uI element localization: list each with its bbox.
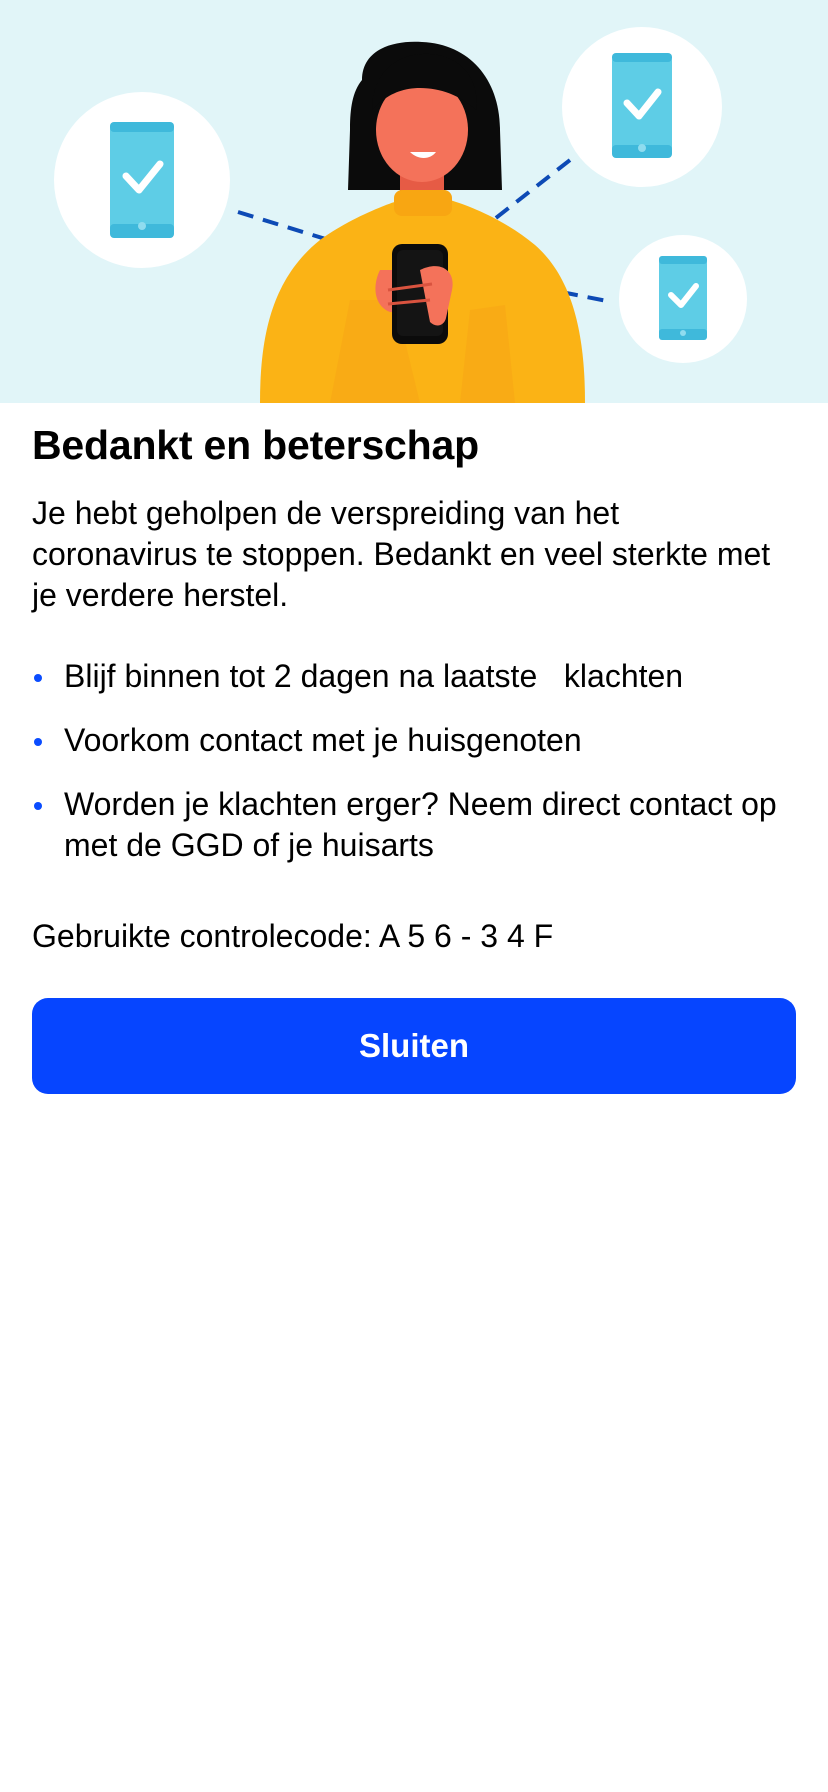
bullet-dot	[34, 674, 42, 682]
list-item-text: Worden je klachten erger? Neem direct co…	[64, 786, 777, 863]
control-code-label: Gebruikte controlecode:	[32, 918, 379, 954]
control-code-value: A 5 6 - 3 4 F	[378, 918, 554, 954]
control-code-line: Gebruikte controlecode: A 5 6 - 3 4 F	[32, 916, 796, 957]
list-item: Voorkom contact met je huisgenoten	[32, 720, 796, 761]
bullet-dot	[34, 802, 42, 810]
list-item: Worden je klachten erger? Neem direct co…	[32, 784, 796, 866]
list-item: Blijf binnen tot 2 dagen na laatste klac…	[32, 656, 796, 697]
list-item-text: Voorkom contact met je huisgenoten	[64, 722, 582, 758]
close-button[interactable]: Sluiten	[32, 998, 796, 1094]
intro-text: Je hebt geholpen de verspreiding van het…	[32, 495, 771, 613]
woman-with-phone-illustration	[54, 27, 747, 403]
page-title: Bedankt en beterschap	[32, 422, 479, 468]
phone-check-icon	[54, 92, 230, 268]
phone-check-icon	[562, 27, 722, 187]
hero-illustration	[0, 0, 828, 403]
list-item-text: Blijf binnen tot 2 dagen na laatste klac…	[64, 658, 684, 694]
bullet-dot	[34, 738, 42, 746]
woman-figure	[260, 41, 585, 403]
phone-check-icon	[619, 235, 747, 363]
main-content: Bedankt en beterschap Je hebt geholpen d…	[32, 403, 796, 957]
advice-list: Blijf binnen tot 2 dagen na laatste klac…	[32, 656, 796, 866]
